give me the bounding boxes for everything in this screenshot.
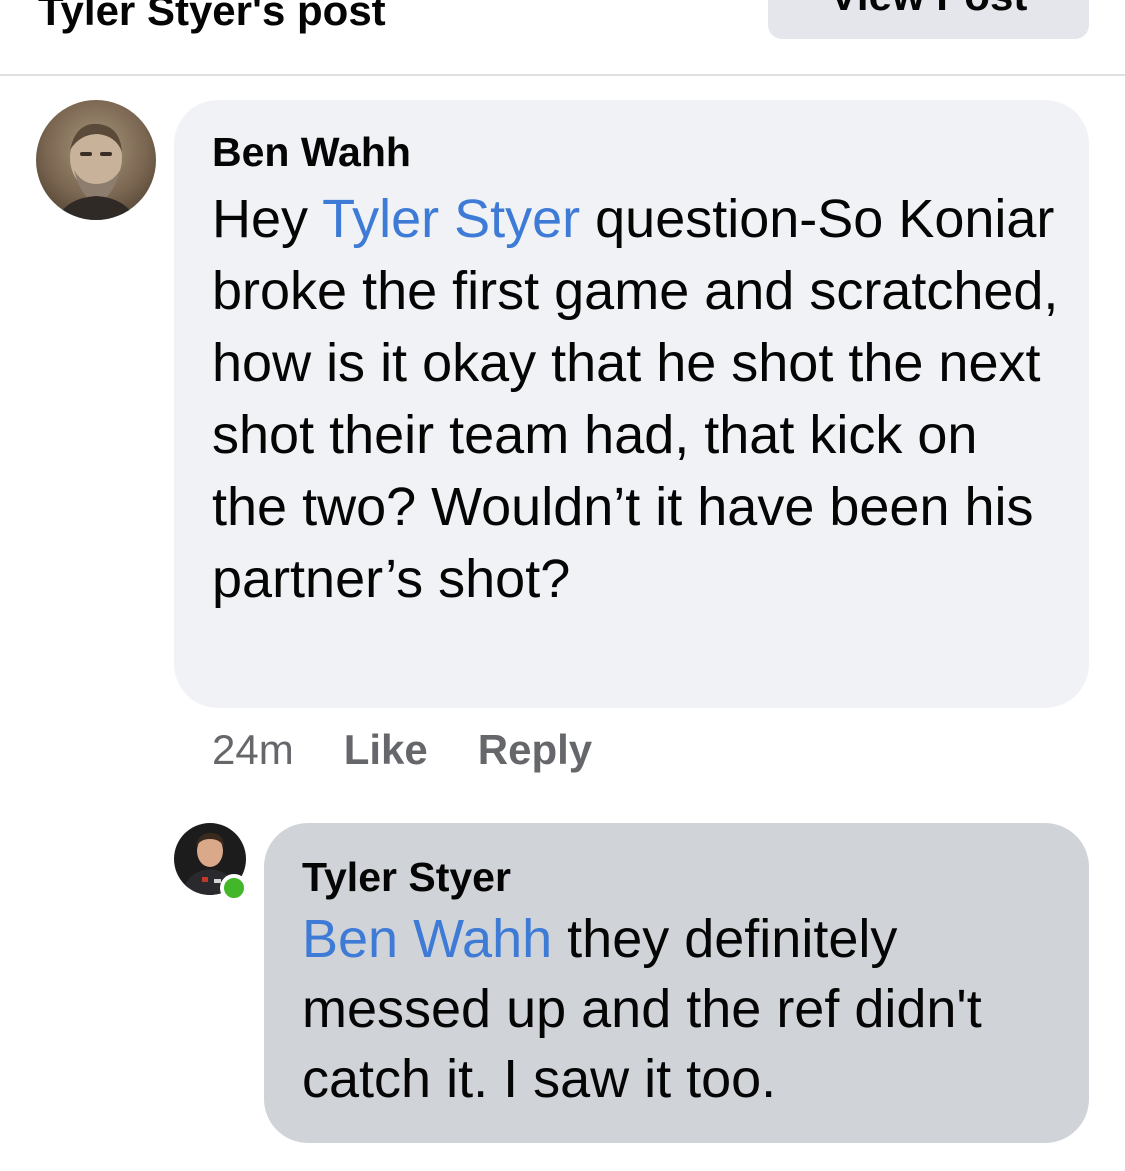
reply-author[interactable]: Tyler Styer — [302, 853, 1059, 902]
comment-timestamp[interactable]: 24m — [212, 725, 294, 775]
like-button[interactable]: Like — [344, 725, 428, 775]
mention-link[interactable]: Ben Wahh — [302, 909, 552, 969]
reply-bubble[interactable]: Tyler Styer Ben Wahh they definitely mes… — [264, 823, 1089, 1143]
comment-actions: 24m Like Reply — [212, 725, 592, 775]
post-comments-screen: Tyler Styer's post View Post Ben Wahh He… — [0, 0, 1125, 1171]
reply-text: Ben Wahh they definitely messed up and t… — [302, 904, 1059, 1114]
avatar-ben-wahh[interactable] — [36, 100, 156, 220]
comment-text-body: question-So Koniar broke the first game … — [212, 189, 1059, 610]
view-post-label: View Post — [830, 0, 1028, 17]
comment-text: Hey Tyler Styer question-So Koniar broke… — [212, 183, 1059, 615]
mention-link[interactable]: Tyler Styer — [322, 189, 580, 249]
view-post-button[interactable]: View Post — [768, 0, 1089, 39]
online-status-icon — [220, 874, 248, 902]
comment-bubble[interactable]: Ben Wahh Hey Tyler Styer question-So Kon… — [174, 100, 1089, 708]
post-title: Tyler Styer's post — [38, 0, 386, 34]
reply-button[interactable]: Reply — [478, 725, 592, 775]
avatar-portrait-image — [36, 100, 156, 220]
comment-author[interactable]: Ben Wahh — [212, 128, 1059, 177]
comment-text-prefix: Hey — [212, 189, 323, 250]
header-divider — [0, 74, 1125, 76]
